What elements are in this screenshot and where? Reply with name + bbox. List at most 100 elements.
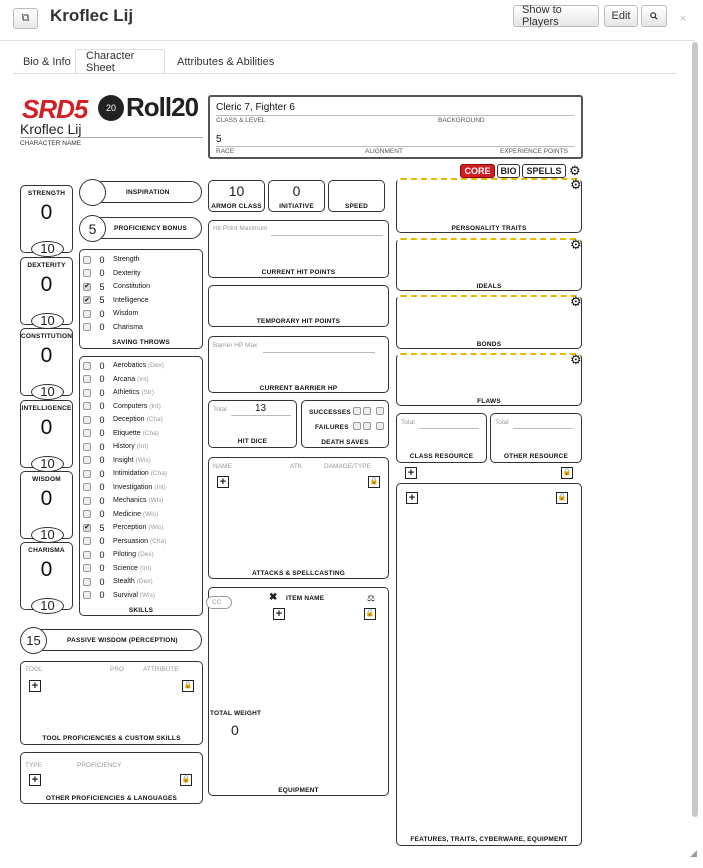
scrollbar[interactable] <box>692 42 698 817</box>
bonds-box[interactable]: BONDS <box>396 295 582 349</box>
gear-icon[interactable]: ⚙ <box>570 238 582 251</box>
settings-gear-icon[interactable]: ⚙ <box>569 164 581 177</box>
ability-score[interactable]: 0 <box>21 201 72 225</box>
close-button[interactable]: × <box>680 13 686 25</box>
success-checkbox[interactable] <box>376 407 384 415</box>
barrier-hp-max-field[interactable]: Barrier HP Max <box>213 342 257 349</box>
gear-icon[interactable]: ⚙ <box>570 178 582 191</box>
skill-proficiency-checkbox[interactable] <box>83 537 91 546</box>
row-value: 0 <box>99 428 105 439</box>
skill-proficiency-checkbox[interactable] <box>83 496 91 505</box>
resize-handle-icon[interactable]: ◢ <box>690 848 697 859</box>
add-resource-button[interactable]: + <box>405 467 417 479</box>
ability-modifier[interactable]: 10 <box>31 527 64 543</box>
initiative-value[interactable]: 0 <box>269 183 324 199</box>
gear-icon[interactable]: ⚙ <box>570 295 582 308</box>
add-attack-button[interactable]: + <box>217 476 229 488</box>
flaws-box[interactable]: FLAWS <box>396 353 582 406</box>
personality-traits-box[interactable]: PERSONALITY TRAITS <box>396 178 582 233</box>
row-label: Charisma <box>113 324 143 331</box>
skill-proficiency-checkbox[interactable] <box>83 429 91 438</box>
skill-proficiency-checkbox[interactable] <box>83 456 91 465</box>
core-button[interactable]: CORE <box>460 164 495 178</box>
failure-checkbox[interactable] <box>376 422 384 430</box>
success-checkbox[interactable] <box>363 407 371 415</box>
race-field[interactable]: 5 <box>216 134 222 145</box>
lock-icon[interactable]: 🔒 <box>182 680 194 692</box>
skill-proficiency-checkbox[interactable] <box>83 591 91 600</box>
skill-proficiency-checkbox[interactable] <box>83 469 91 478</box>
class-level-field[interactable]: Cleric 7, Fighter 6 <box>216 102 295 113</box>
save-proficiency-checkbox[interactable] <box>83 255 91 264</box>
save-proficiency-checkbox[interactable] <box>83 309 91 318</box>
ability-modifier[interactable]: 10 <box>31 241 64 257</box>
skill-proficiency-checkbox[interactable] <box>83 510 91 519</box>
failure-checkbox[interactable] <box>363 422 371 430</box>
other-resource-total[interactable]: Total <box>495 419 509 426</box>
cc-field[interactable]: CC <box>206 596 232 609</box>
skill-row: 0 Investigation (Int) <box>79 481 203 495</box>
lock-icon[interactable]: 🔒 <box>180 774 192 786</box>
skill-proficiency-checkbox[interactable] <box>83 402 91 411</box>
skill-proficiency-checkbox[interactable] <box>83 483 91 492</box>
tab-attributes-abilities[interactable]: Attributes & Abilities <box>167 49 284 74</box>
save-proficiency-checkbox[interactable]: ✔ <box>83 282 91 291</box>
ability-score[interactable]: 0 <box>21 344 72 368</box>
skill-row: ✔ 5 Perception (Wis) <box>79 521 203 535</box>
save-proficiency-checkbox[interactable] <box>83 269 91 278</box>
gear-icon[interactable]: ⚙ <box>570 353 582 366</box>
ideals-box[interactable]: IDEALS <box>396 238 582 291</box>
character-name-field[interactable]: Kroflec Lij <box>20 121 203 138</box>
hit-dice-total[interactable]: 13 <box>255 403 266 414</box>
armor-class-value[interactable]: 10 <box>209 183 264 199</box>
inspiration-toggle[interactable] <box>79 179 106 206</box>
tab-bio-info[interactable]: Bio & Info <box>13 49 81 74</box>
skill-proficiency-checkbox[interactable] <box>83 361 91 370</box>
skill-proficiency-checkbox[interactable] <box>83 577 91 586</box>
row-value: 0 <box>99 360 105 371</box>
row-attribute: (Str) <box>141 389 155 397</box>
hp-max-field[interactable]: Hit Point Maximum <box>213 225 268 232</box>
row-value: 0 <box>99 576 105 587</box>
skill-proficiency-checkbox[interactable] <box>83 564 91 573</box>
row-label: Computers (Int) <box>113 403 161 410</box>
spells-button[interactable]: SPELLS <box>522 164 566 178</box>
lock-icon[interactable]: 🔒 <box>364 608 376 620</box>
lock-icon[interactable]: 🔒 <box>556 492 568 504</box>
bio-button[interactable]: BIO <box>497 164 520 178</box>
ability-modifier[interactable]: 10 <box>31 598 64 614</box>
skill-proficiency-checkbox[interactable] <box>83 375 91 384</box>
add-item-button[interactable]: + <box>273 608 285 620</box>
ability-score[interactable]: 0 <box>21 558 72 582</box>
skill-proficiency-checkbox[interactable] <box>83 415 91 424</box>
add-feature-button[interactable]: + <box>406 492 418 504</box>
tab-character-sheet[interactable]: Character Sheet <box>75 49 165 74</box>
popout-button[interactable]: ⧉ <box>13 8 38 29</box>
add-proficiency-button[interactable]: + <box>29 774 41 786</box>
skill-proficiency-checkbox[interactable]: ✔ <box>83 523 91 532</box>
skill-proficiency-checkbox[interactable] <box>83 550 91 559</box>
skill-proficiency-checkbox[interactable] <box>83 388 91 397</box>
add-tool-button[interactable]: + <box>29 680 41 692</box>
ability-modifier[interactable]: 10 <box>31 456 64 472</box>
lock-icon[interactable]: 🔒 <box>368 476 380 488</box>
ability-modifier[interactable]: 10 <box>31 384 64 400</box>
row-value: 0 <box>99 455 105 466</box>
ability-score[interactable]: 0 <box>21 273 72 297</box>
ability-name: CHARISMA <box>28 547 65 554</box>
save-proficiency-checkbox[interactable]: ✔ <box>83 296 91 305</box>
search-button[interactable] <box>641 5 667 27</box>
show-to-players-button[interactable]: Show to Players <box>513 4 599 28</box>
failure-checkbox[interactable] <box>353 422 361 430</box>
ability-score[interactable]: 0 <box>21 487 72 511</box>
success-checkbox[interactable] <box>353 407 361 415</box>
ability-modifier[interactable]: 10 <box>31 313 64 329</box>
lock-icon[interactable]: 🔒 <box>561 467 573 479</box>
edit-button[interactable]: Edit <box>604 5 638 27</box>
save-proficiency-checkbox[interactable] <box>83 323 91 332</box>
skill-proficiency-checkbox[interactable] <box>83 442 91 451</box>
delete-icon[interactable]: ✖ <box>269 592 277 603</box>
ability-score[interactable]: 0 <box>21 416 72 440</box>
class-resource-total[interactable]: Total <box>401 419 415 426</box>
ability-wisdom: WISDOM 0 10 <box>20 471 73 543</box>
